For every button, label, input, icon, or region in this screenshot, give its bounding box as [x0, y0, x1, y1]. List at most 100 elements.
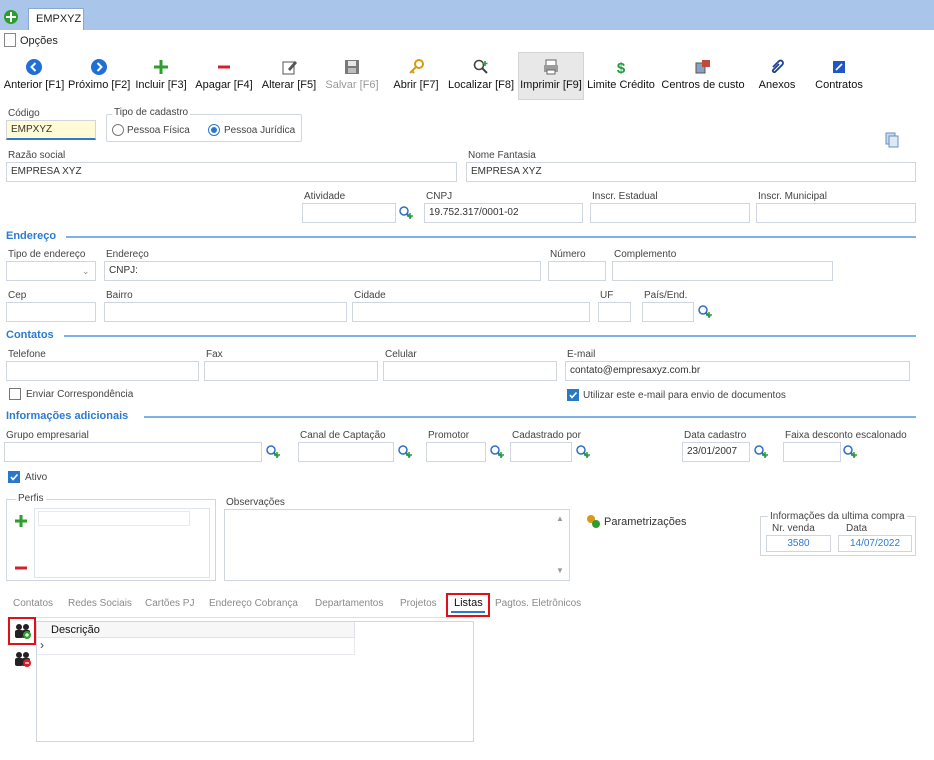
- tipo-endereco-label: Tipo de endereço: [8, 249, 86, 260]
- find-button[interactable]: Localizar [F8]: [448, 54, 514, 100]
- dollar-icon: $: [617, 60, 626, 76]
- promotor-label: Promotor: [428, 430, 470, 441]
- open-button[interactable]: Abrir [F7]: [391, 54, 441, 100]
- faixa-search-icon[interactable]: [842, 444, 858, 460]
- tipo-cadastro-label: Tipo de cadastro: [112, 107, 191, 118]
- celular-input[interactable]: [383, 361, 557, 381]
- observacoes-textarea[interactable]: [224, 509, 570, 581]
- add-tab-icon[interactable]: [3, 9, 19, 25]
- tab-endereco-cobranca[interactable]: Endereço Cobrança: [209, 598, 298, 609]
- fax-input[interactable]: [204, 361, 378, 381]
- complemento-input[interactable]: [612, 261, 833, 281]
- info-divider: [144, 416, 916, 418]
- data-value: 14/07/2022: [838, 535, 912, 552]
- telefone-input[interactable]: [6, 361, 199, 381]
- cadastrado-input[interactable]: [510, 442, 572, 462]
- endereco-input[interactable]: CNPJ:: [104, 261, 541, 281]
- bairro-input[interactable]: [104, 302, 347, 322]
- tab-pagtos-eletronicos[interactable]: Pagtos. Eletrônicos: [495, 598, 581, 609]
- pessoa-fisica-radio[interactable]: [112, 124, 124, 136]
- prev-button[interactable]: Anterior [F1]: [2, 54, 66, 100]
- cnpj-input[interactable]: 19.752.317/0001-02: [424, 203, 583, 223]
- nome-fantasia-input[interactable]: EMPRESA XYZ: [466, 162, 916, 182]
- cidade-input[interactable]: [352, 302, 590, 322]
- enviar-correspondencia-label: Enviar Correspondência: [26, 389, 134, 400]
- credit-limit-button[interactable]: $ Limite Crédito: [586, 54, 656, 100]
- tab-contatos[interactable]: Contatos: [13, 598, 53, 609]
- atividade-input[interactable]: [302, 203, 396, 223]
- pessoa-juridica-radio[interactable]: [208, 124, 220, 136]
- contracts-button[interactable]: Contratos: [810, 54, 868, 100]
- perfis-remove-icon[interactable]: [13, 560, 29, 576]
- chevron-down-icon[interactable]: ⌄: [82, 266, 90, 277]
- pais-search-icon[interactable]: [697, 304, 713, 320]
- endereco-label: Endereço: [106, 249, 149, 260]
- grupo-search-icon[interactable]: [265, 444, 281, 460]
- tab-cartoes-pj[interactable]: Cartões PJ: [145, 598, 194, 609]
- grid-col-descricao[interactable]: Descrição: [51, 624, 100, 636]
- uf-input[interactable]: [598, 302, 631, 322]
- email-input[interactable]: contato@empresaxyz.com.br: [565, 361, 910, 381]
- tab-departamentos[interactable]: Departamentos: [315, 598, 383, 609]
- ultima-compra-label: Informações da ultima compra: [768, 511, 907, 522]
- scroll-up-icon[interactable]: ▲: [556, 514, 564, 523]
- utilizar-email-label: Utilizar este e-mail para envio de docum…: [583, 390, 786, 401]
- codigo-input[interactable]: EMPXYZ: [6, 120, 96, 140]
- delete-button[interactable]: Apagar [F4]: [194, 54, 254, 100]
- utilizar-email-checkbox[interactable]: [567, 389, 579, 401]
- enviar-correspondencia-checkbox[interactable]: [9, 388, 21, 400]
- scroll-down-icon[interactable]: ▼: [556, 566, 564, 575]
- arrow-left-icon: [26, 59, 42, 75]
- print-button[interactable]: Imprimir [F9]: [518, 54, 584, 100]
- cost-centers-button[interactable]: Centros de custo: [660, 54, 746, 100]
- cadastrado-search-icon[interactable]: [575, 444, 591, 460]
- parametrizacoes-button[interactable]: Parametrizações: [604, 516, 687, 528]
- grid-row[interactable]: [37, 638, 355, 655]
- tab-listas[interactable]: Listas: [454, 597, 483, 609]
- faixa-input[interactable]: [783, 442, 841, 462]
- contatos-divider: [64, 335, 916, 337]
- cost-center-icon: [695, 60, 710, 74]
- numero-input[interactable]: [548, 261, 606, 281]
- perfis-add-icon[interactable]: [13, 513, 29, 529]
- copy-icon[interactable]: [884, 132, 900, 148]
- inscr-estadual-input[interactable]: [590, 203, 750, 223]
- data-cadastro-search-icon[interactable]: [753, 444, 769, 460]
- razao-social-label: Razão social: [8, 150, 66, 161]
- endereco-divider: [66, 236, 916, 238]
- save-button[interactable]: Salvar [F6]: [324, 54, 380, 100]
- edit-button[interactable]: Alterar [F5]: [260, 54, 318, 100]
- cep-input[interactable]: [6, 302, 96, 322]
- printer-icon: [544, 59, 558, 75]
- remove-list-icon[interactable]: [14, 651, 32, 667]
- contract-icon: [833, 61, 845, 73]
- attachments-button[interactable]: Anexos: [752, 54, 802, 100]
- pais-input[interactable]: [642, 302, 694, 322]
- tab-redes-sociais[interactable]: Redes Sociais: [68, 598, 132, 609]
- endereco-section-title: Endereço: [6, 230, 57, 242]
- promotor-search-icon[interactable]: [489, 444, 505, 460]
- floppy-icon: [345, 60, 359, 74]
- inscr-municipal-input[interactable]: [756, 203, 916, 223]
- codigo-label: Código: [8, 108, 40, 119]
- tab-empxyz[interactable]: EMPXYZ: [28, 8, 84, 30]
- uf-label: UF: [600, 290, 614, 301]
- atividade-search-icon[interactable]: [398, 205, 414, 221]
- parametrizacoes-icon: [587, 515, 600, 528]
- perfis-list-row: [38, 511, 190, 526]
- canal-search-icon[interactable]: [397, 444, 413, 460]
- add-button[interactable]: Incluir [F3]: [134, 54, 188, 100]
- add-list-icon[interactable]: [14, 623, 32, 639]
- promotor-input[interactable]: [426, 442, 486, 462]
- razao-social-input[interactable]: EMPRESA XYZ: [6, 162, 457, 182]
- tab-projetos[interactable]: Projetos: [400, 598, 437, 609]
- row-indicator-icon: ›: [40, 638, 44, 652]
- canal-input[interactable]: [298, 442, 394, 462]
- menu-options[interactable]: Opções: [20, 35, 58, 47]
- grupo-input[interactable]: [4, 442, 262, 462]
- next-button[interactable]: Próximo [F2]: [68, 54, 130, 100]
- edit-icon: [282, 61, 297, 75]
- perfis-label: Perfis: [16, 493, 46, 504]
- data-cadastro-input[interactable]: 23/01/2007: [682, 442, 750, 462]
- ativo-checkbox[interactable]: [8, 471, 20, 483]
